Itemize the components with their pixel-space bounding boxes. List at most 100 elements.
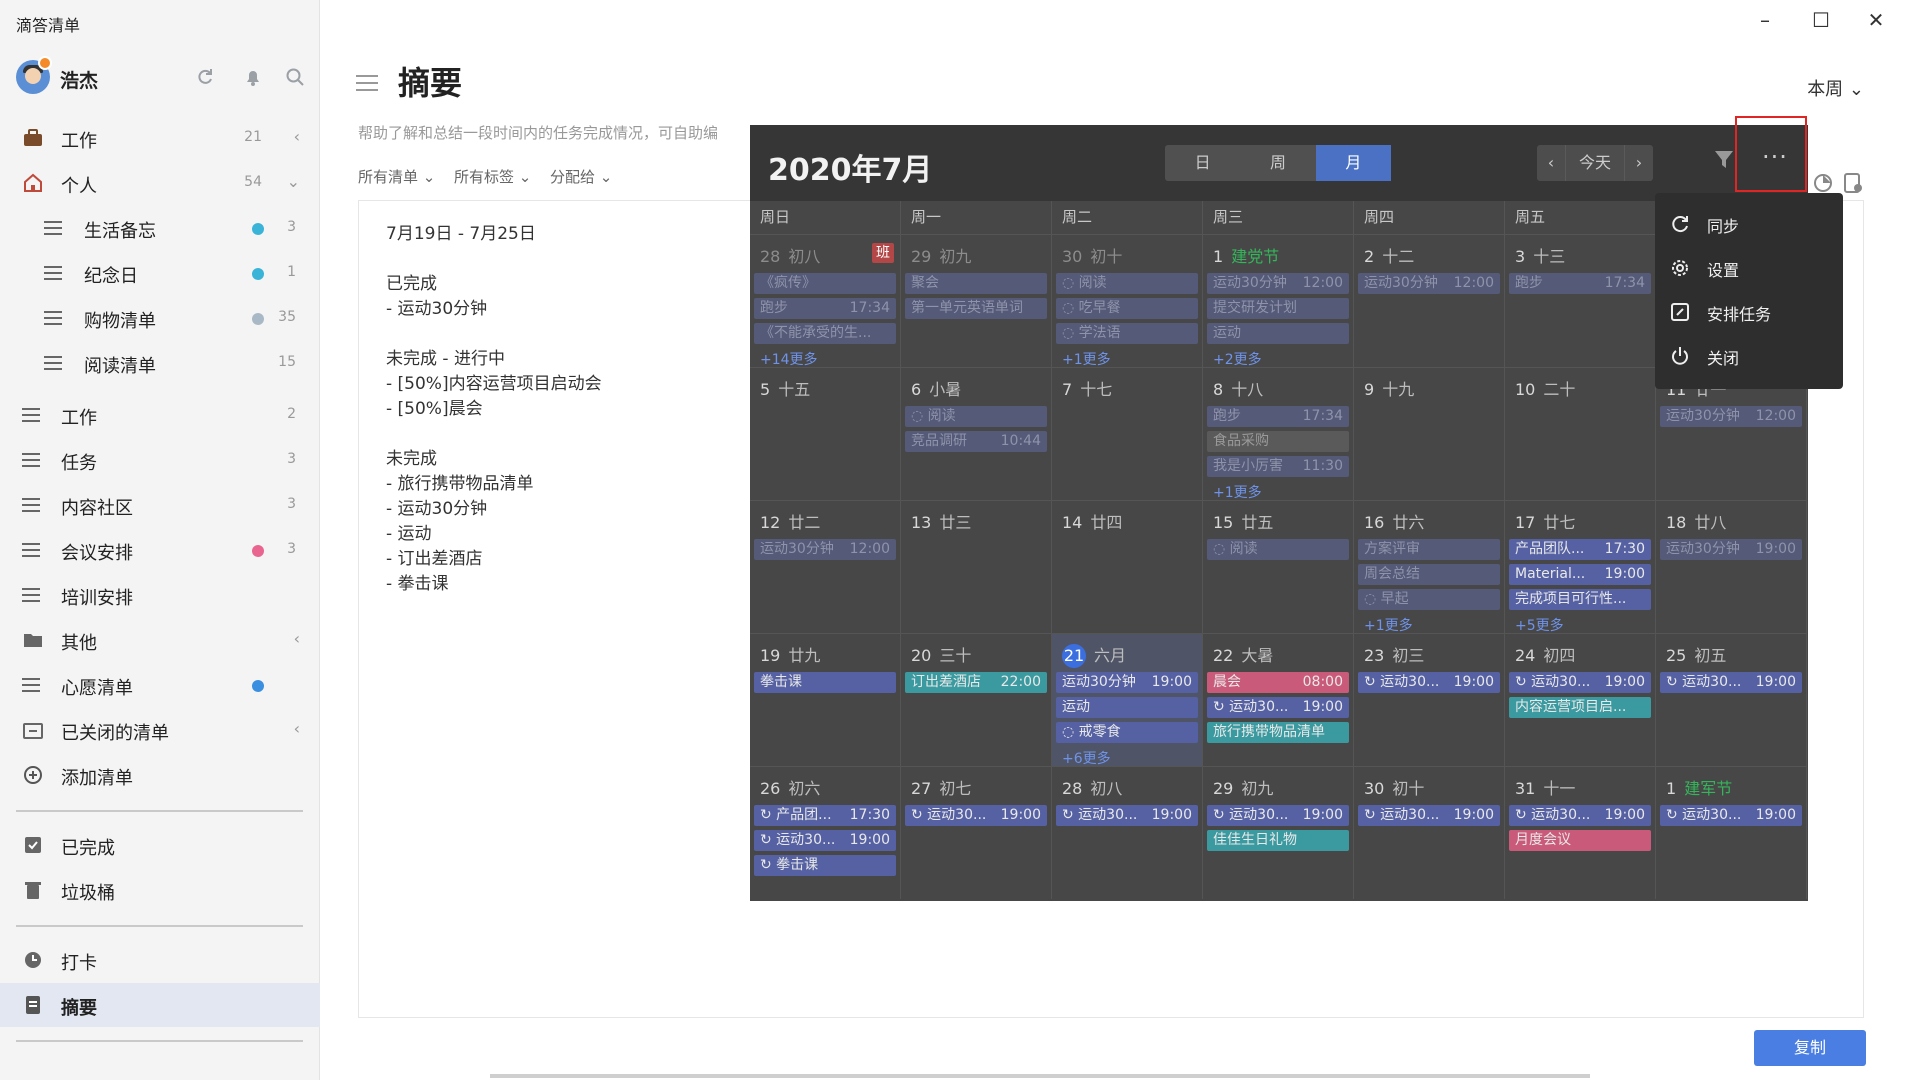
day-cell[interactable]: 27 初七 ↻ 运动30... 19:00 [901, 766, 1052, 899]
scrollbar[interactable] [490, 1074, 1590, 1078]
range-select[interactable]: 本周 ⌄ [1807, 75, 1864, 101]
day-cell[interactable]: 28 初八 ↻ 运动30... 19:00 [1052, 766, 1203, 899]
filter-assignee[interactable]: 分配给 ⌄ [550, 166, 612, 187]
calendar-event[interactable]: 《不能承受的生... [754, 323, 896, 344]
calendar-event[interactable]: 运动30分钟 12:00 [1660, 406, 1802, 427]
day-cell[interactable]: 30 初十 ↻ 运动30... 19:00 [1354, 766, 1505, 899]
calendar-event[interactable]: 完成项目可行性... [1509, 589, 1651, 610]
day-cell[interactable]: 9 十九 [1354, 367, 1505, 500]
day-cell[interactable]: 14 廿四 [1052, 500, 1203, 633]
chevron-left-icon[interactable]: ‹ [294, 629, 300, 648]
day-cell[interactable]: 21 六月 运动30分钟 19:00 运动 ◌ 戒零食 +6更多 [1052, 633, 1203, 768]
calendar-event[interactable]: 运动30分钟 12:00 [1207, 273, 1349, 294]
sidebar-item-checkin[interactable]: 打卡 [0, 938, 320, 982]
calendar-event[interactable]: 周会总结 [1358, 564, 1500, 585]
calendar-event[interactable]: ◌ 学法语 [1056, 323, 1198, 344]
calendar-event[interactable]: ◌ 阅读 [1207, 539, 1349, 560]
calendar-event[interactable]: ↻ 拳击课 [754, 855, 896, 876]
calendar-event[interactable]: ↻ 运动30... 19:00 [1358, 672, 1500, 693]
day-cell[interactable]: 16 廿六 方案评审 周会总结 ◌ 早起 +1更多 [1354, 500, 1505, 635]
calendar-event[interactable]: 跑步 17:34 [1509, 273, 1651, 294]
day-cell[interactable]: 24 初四 ↻ 运动30... 19:00 内容运营项目启... [1505, 633, 1656, 766]
day-cell[interactable]: 19 廿九 拳击课 [750, 633, 901, 766]
avatar[interactable] [16, 56, 52, 94]
summary-text[interactable]: 7月19日 - 7月25日 已完成 - 运动30分钟 未完成 - 进行中 - [… [386, 222, 602, 597]
day-cell[interactable]: 18 廿八 运动30分钟 19:00 [1656, 500, 1807, 633]
calendar-event[interactable]: 我是小厉害 11:30 [1207, 456, 1349, 477]
calendar-event[interactable]: 方案评审 [1358, 539, 1500, 560]
calendar-event[interactable]: ◌ 阅读 [1056, 273, 1198, 294]
sidebar-item-summary[interactable]: 摘要 [0, 983, 320, 1027]
day-cell[interactable]: 23 初三 ↻ 运动30... 19:00 [1354, 633, 1505, 766]
calendar-event[interactable]: 食品采购 [1207, 431, 1349, 452]
calendar-event[interactable]: 运动30分钟 19:00 [1660, 539, 1802, 560]
calendar-event[interactable]: 跑步 17:34 [754, 298, 896, 319]
day-cell[interactable]: 7 十七 [1052, 367, 1203, 500]
calendar-event[interactable]: 《疯传》 [754, 273, 896, 294]
calendar-event[interactable]: ↻ 运动30... 19:00 [905, 805, 1047, 826]
day-cell[interactable]: 26 初六 ↻ 产品团... 17:30 ↻ 运动30... 19:00 ↻ 拳击课 [750, 766, 901, 899]
calendar-event[interactable]: ↻ 运动30... 19:00 [1509, 805, 1651, 826]
sidebar-item-anniversary[interactable]: 纪念日 1 [0, 251, 320, 295]
calendar-event[interactable]: ↻ 运动30... 19:00 [754, 830, 896, 851]
calendar-event[interactable]: 提交研发计划 [1207, 298, 1349, 319]
day-cell[interactable]: 28 初八 班《疯传》 跑步 17:34 《不能承受的生... +14更多 [750, 234, 901, 368]
day-cell[interactable]: 25 初五 ↻ 运动30... 19:00 [1656, 633, 1807, 766]
calendar-event[interactable]: ↻ 运动30... 19:00 [1509, 672, 1651, 693]
calendar-event[interactable]: Material... 19:00 [1509, 564, 1651, 585]
bell-icon[interactable] [242, 67, 264, 89]
calendar-event[interactable]: 旅行携带物品清单 [1207, 722, 1349, 743]
calendar-event[interactable]: 竞品调研 10:44 [905, 431, 1047, 452]
more-events-link[interactable]: +1更多 [1364, 615, 1413, 635]
pie-chart-icon[interactable] [1812, 172, 1834, 194]
sidebar-item-personal[interactable]: 个人 54 ⌄ [0, 161, 320, 205]
calendar-event[interactable]: ◌ 戒零食 [1056, 722, 1198, 743]
more-events-link[interactable]: +2更多 [1213, 349, 1262, 369]
calendar-event[interactable]: ↻ 产品团... 17:30 [754, 805, 896, 826]
day-cell[interactable]: 10 二十 [1505, 367, 1656, 500]
calendar-event[interactable]: ↻ 运动30... 19:00 [1660, 672, 1802, 693]
calendar-event[interactable]: 运动30分钟 12:00 [1358, 273, 1500, 294]
sidebar-item-closed-lists[interactable]: 已关闭的清单 ‹ [0, 708, 320, 752]
view-day-button[interactable]: 日 [1165, 145, 1240, 181]
day-cell[interactable]: 1 建党节 运动30分钟 12:00 提交研发计划 运动 +2更多 [1203, 234, 1354, 369]
calendar-event[interactable]: 拳击课 [754, 672, 896, 693]
chevron-left-icon[interactable]: ‹ [294, 719, 300, 738]
day-cell[interactable]: 8 十八 跑步 17:34 食品采购 我是小厉害 11:30 +1更多 [1203, 367, 1354, 501]
calendar-event[interactable]: 佳佳生日礼物 [1207, 830, 1349, 851]
calendar-event[interactable]: ↻ 运动30... 19:00 [1207, 697, 1349, 718]
calendar-event[interactable]: 运动 [1056, 697, 1198, 718]
calendar-event[interactable]: ↻ 运动30... 19:00 [1660, 805, 1802, 826]
sidebar-item-work-list[interactable]: 工作 2 [0, 393, 320, 437]
day-cell[interactable]: 22 大暑 晨会 08:00 ↻ 运动30... 19:00 旅行携带物品清单 [1203, 633, 1354, 766]
day-cell[interactable]: 17 廿七 产品团队... 17:30 Material... 19:00 完成项目可行性.… [1505, 500, 1656, 635]
calendar-event[interactable]: 聚会 [905, 273, 1047, 294]
day-cell[interactable]: 31 十一 ↻ 运动30... 19:00 月度会议 [1505, 766, 1656, 899]
more-events-link[interactable]: +6更多 [1062, 748, 1111, 768]
view-week-button[interactable]: 周 [1240, 145, 1315, 181]
chevron-down-icon[interactable]: ⌄ [287, 172, 300, 191]
sidebar-item-reading[interactable]: 阅读清单 15 [0, 341, 320, 385]
chevron-left-icon[interactable]: ‹ [294, 127, 300, 146]
calendar-event[interactable]: ↻ 运动30... 19:00 [1056, 805, 1198, 826]
menu-toggle-icon[interactable] [356, 70, 378, 96]
day-cell[interactable]: 29 初九 聚会 第一单元英语单词 [901, 234, 1052, 367]
more-events-link[interactable]: +5更多 [1515, 615, 1564, 635]
filter-all-tags[interactable]: 所有标签 ⌄ [454, 166, 531, 187]
sidebar-item-completed[interactable]: 已完成 [0, 823, 320, 867]
day-cell[interactable]: 20 三十 订出差酒店 22:00 [901, 633, 1052, 766]
day-cell[interactable]: 12 廿二 运动30分钟 12:00 [750, 500, 901, 633]
menu-item-settings[interactable]: 设置 [1669, 255, 1829, 281]
calendar-event[interactable]: ↻ 运动30... 19:00 [1358, 805, 1500, 826]
sync-icon[interactable] [194, 67, 216, 89]
sidebar-item-tasks[interactable]: 任务 3 [0, 438, 320, 482]
sidebar-item-trash[interactable]: 垃圾桶 [0, 868, 320, 912]
today-button[interactable]: 今天 [1565, 145, 1625, 181]
calendar-event[interactable]: ↻ 运动30... 19:00 [1207, 805, 1349, 826]
sidebar-item-other[interactable]: 其他 ‹ [0, 618, 320, 662]
calendar-event[interactable]: 运动 [1207, 323, 1349, 344]
calendar-event[interactable]: 订出差酒店 22:00 [905, 672, 1047, 693]
add-list-button[interactable]: 添加清单 [0, 753, 320, 797]
calendar-event[interactable]: 第一单元英语单词 [905, 298, 1047, 319]
menu-item-close[interactable]: 关闭 [1669, 343, 1829, 369]
